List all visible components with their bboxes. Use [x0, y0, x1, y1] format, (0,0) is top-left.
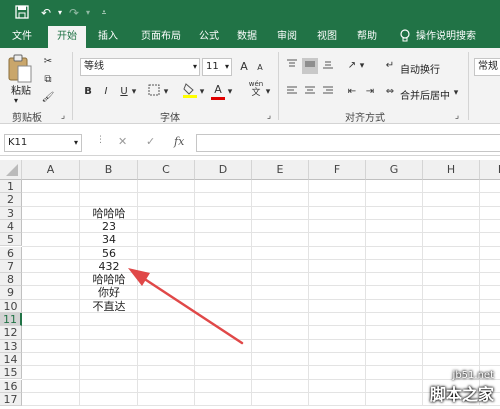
- annotation-arrow: [128, 268, 244, 345]
- watermark-name: 脚本之家: [429, 385, 494, 404]
- watermark: jb51.net 脚本之家: [430, 370, 494, 405]
- watermark-url: jb51.net: [452, 370, 494, 381]
